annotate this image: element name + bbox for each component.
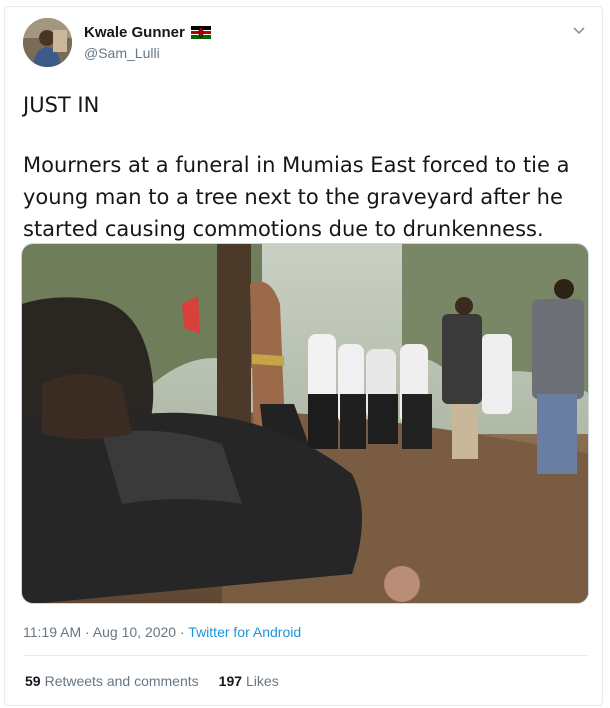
tweet-date[interactable]: Aug 10, 2020: [93, 624, 176, 640]
author-handle[interactable]: @Sam_Lulli: [84, 45, 160, 61]
likes-label: Likes: [246, 673, 279, 689]
likes-count: 197: [218, 673, 243, 689]
retweets-label: Retweets and comments: [44, 673, 199, 689]
avatar-photo-icon: [23, 18, 72, 67]
retweets-stat[interactable]: 59 Retweets and comments: [25, 673, 199, 689]
tweet-text-body: Mourners at a funeral in Mumias East for…: [23, 153, 570, 241]
tweet-source-link[interactable]: Twitter for Android: [188, 624, 301, 640]
author-name[interactable]: Kwale Gunner: [84, 24, 185, 41]
avatar[interactable]: [23, 18, 72, 67]
chevron-down-icon[interactable]: [572, 23, 586, 37]
photo-icon: [22, 244, 588, 603]
tweet-metadata: 11:19 AM · Aug 10, 2020 · Twitter for An…: [23, 624, 301, 640]
tweet-stats: 59 Retweets and comments 197 Likes: [25, 673, 279, 689]
meta-separator-2: ·: [176, 624, 189, 640]
retweets-count: 59: [25, 673, 41, 689]
tweet-time[interactable]: 11:19 AM: [23, 624, 81, 640]
meta-separator: ·: [81, 624, 93, 640]
attached-photo[interactable]: [21, 243, 589, 604]
tweet-card: Kwale Gunner @Sam_Lulli JUST IN Mourners…: [4, 6, 603, 706]
divider: [23, 655, 588, 656]
likes-stat[interactable]: 197 Likes: [219, 673, 279, 689]
tweet-text-line1: JUST IN: [23, 93, 100, 117]
author-name-row: Kwale Gunner: [84, 24, 211, 41]
kenya-flag-icon: [190, 26, 211, 39]
